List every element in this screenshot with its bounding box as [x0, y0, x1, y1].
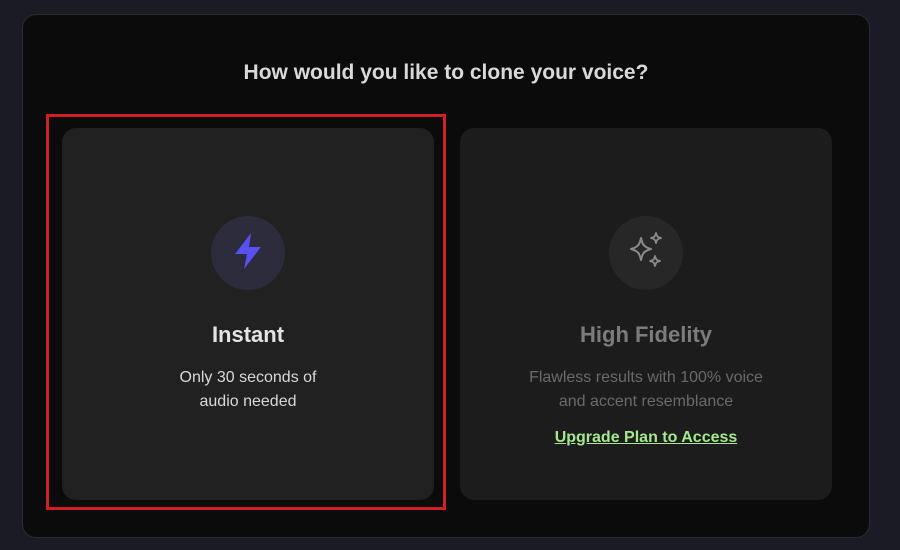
panel-heading: How would you like to clone your voice? — [243, 61, 649, 84]
high-fidelity-icon-circle — [609, 216, 683, 290]
instant-title: Instant — [211, 322, 285, 347]
instant-description-line-1: Only 30 seconds of — [179, 369, 317, 386]
high-fidelity-description-line-1: Flawless results with 100% voice — [529, 369, 763, 386]
instant-option-card[interactable]: Instant Only 30 seconds of audio needed — [62, 128, 434, 500]
instant-icon-circle — [211, 216, 285, 290]
lightning-bolt-icon — [231, 231, 265, 276]
sparkles-icon — [625, 230, 667, 277]
instant-description: Only 30 seconds of audio needed — [102, 366, 394, 414]
high-fidelity-option-card[interactable]: High Fidelity Flawless results with 100%… — [460, 128, 832, 500]
clone-voice-panel: How would you like to clone your voice? … — [22, 14, 870, 538]
high-fidelity-description-line-2: and accent resemblance — [558, 393, 734, 410]
high-fidelity-title: High Fidelity — [580, 322, 712, 347]
instant-description-line-2: audio needed — [199, 393, 297, 410]
upgrade-plan-link[interactable]: Upgrade Plan to Access — [460, 429, 832, 447]
high-fidelity-description: Flawless results with 100% voice and acc… — [500, 366, 792, 414]
